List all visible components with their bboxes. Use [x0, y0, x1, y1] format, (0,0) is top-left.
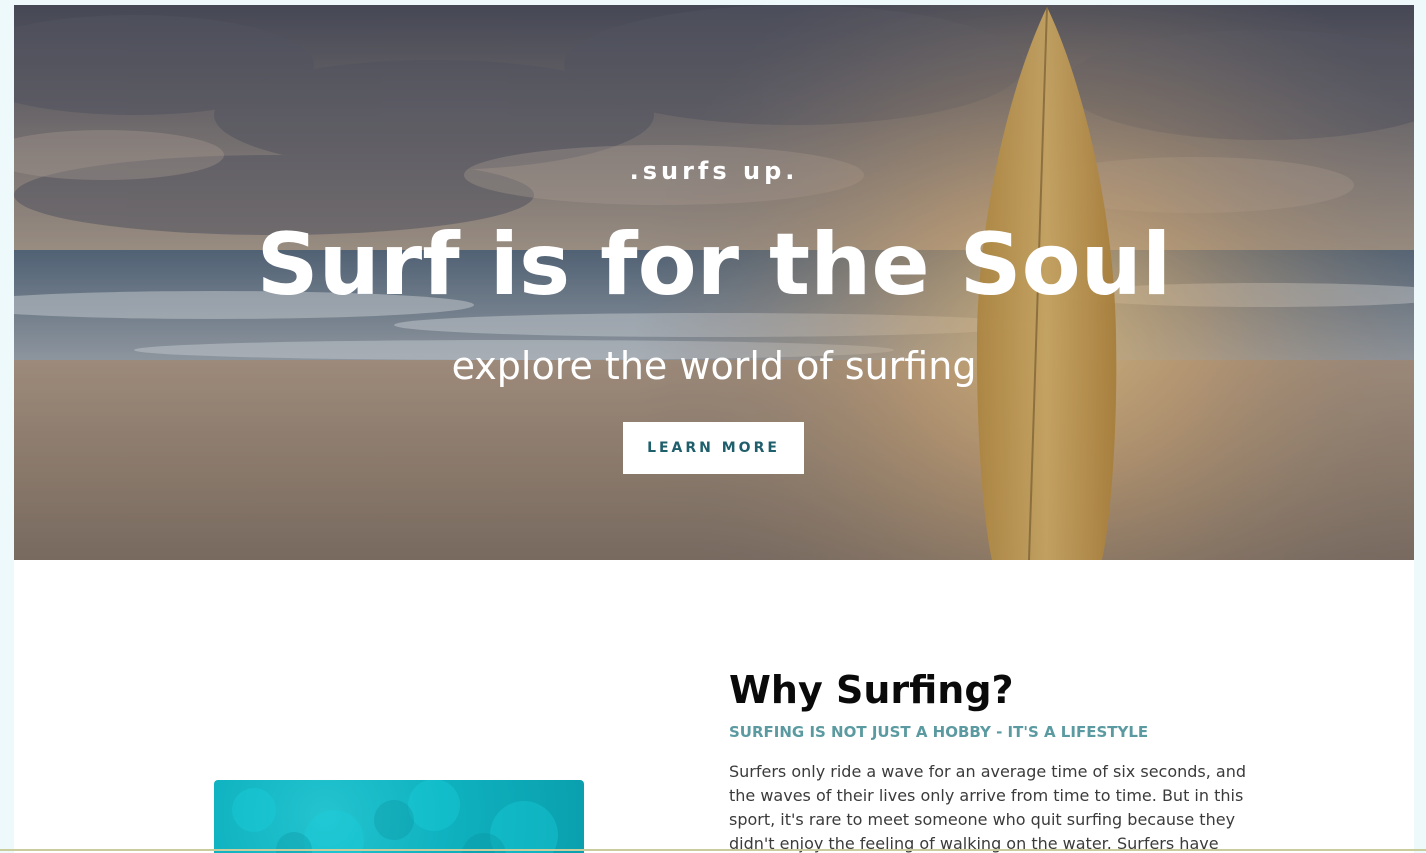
page: .surfs up. Surf is for the Soul explore …: [14, 5, 1414, 853]
why-surfing-subtitle: SURFING IS NOT JUST A HOBBY - IT'S A LIF…: [729, 723, 1149, 741]
water-texture-icon: [232, 780, 558, 853]
viewport-bottom-divider: [0, 849, 1426, 851]
why-surfing-title: Why Surfing?: [729, 668, 1014, 712]
hero-eyebrow: .surfs up.: [629, 157, 799, 185]
learn-more-button[interactable]: LEARN MORE: [623, 422, 804, 474]
hero-section: .surfs up. Surf is for the Soul explore …: [14, 5, 1414, 560]
hero-title: Surf is for the Soul: [256, 215, 1172, 315]
why-surfing-image: [214, 780, 584, 853]
hero-subtitle: explore the world of surfing: [451, 344, 977, 388]
why-surfing-body: Surfers only ride a wave for an average …: [729, 762, 1247, 853]
